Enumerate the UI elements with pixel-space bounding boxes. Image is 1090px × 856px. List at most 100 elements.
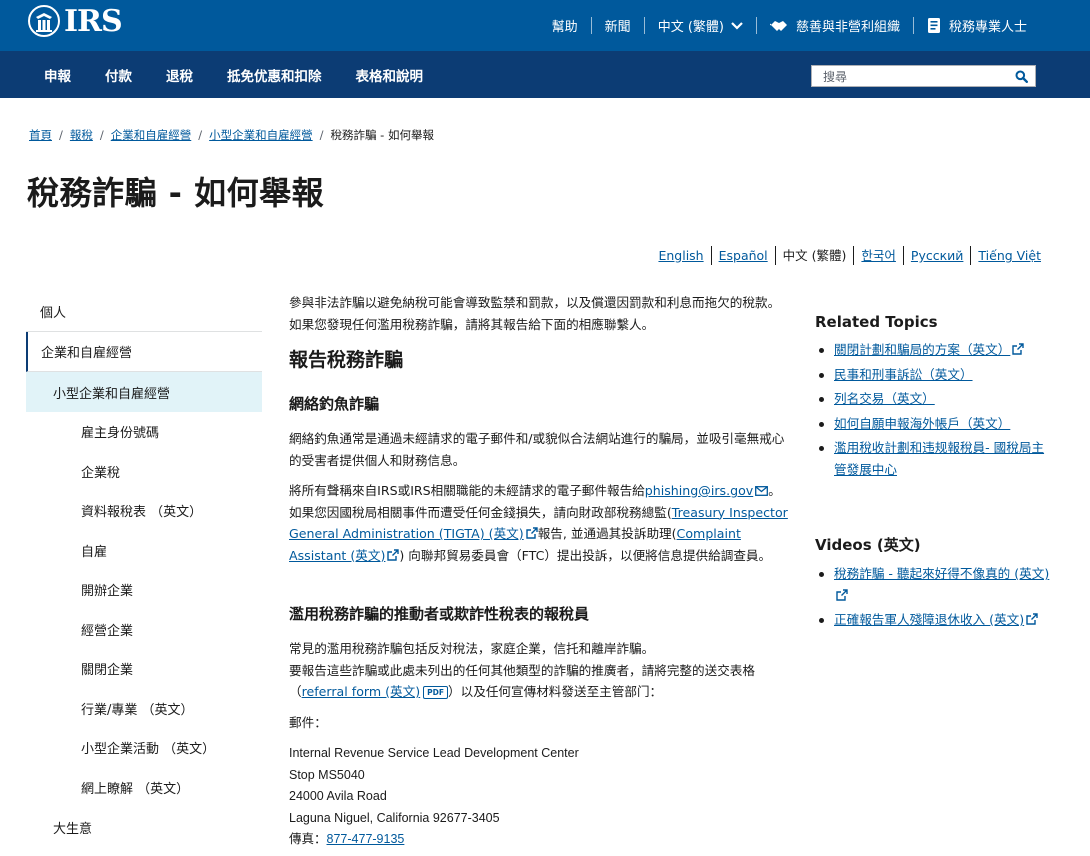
nav-credits-deductions[interactable]: 抵免优惠和扣除 [210, 65, 339, 85]
breadcrumb-separator: / [198, 128, 203, 142]
tax-pros-link[interactable]: 稅務專業人士 [912, 17, 1040, 35]
phishing-email-link[interactable]: phishing@irs.gov [644, 483, 769, 498]
subheading-phishing: 網絡釣魚詐騙 [289, 395, 380, 413]
logo-text: IRS [64, 3, 123, 39]
tax-pros-label: 稅務專業人士 [948, 20, 1027, 35]
lang-spanish[interactable]: Español [710, 246, 775, 265]
phishing-description: 網絡釣魚通常是通過未經請求的電子郵件和/或貌似合法網站進行的騙局，並吸引毫無戒心… [289, 431, 785, 468]
news-link[interactable]: 新聞 [590, 17, 644, 35]
irs-logo[interactable]: IRS [27, 3, 123, 39]
sidebar-item-starting-business[interactable]: 開辦企業 [26, 570, 262, 610]
lang-korean[interactable]: 한국어 [853, 246, 903, 265]
nav-file[interactable]: 申報 [27, 65, 88, 85]
subheading-promoters: 濫用稅務詐騙的推動者或欺詐性稅表的報稅員 [289, 605, 590, 623]
phishing-report-paragraph: 將所有聲稱來自IRS或IRS相關職能的未經請求的電子郵件報告給phishing@… [289, 480, 789, 566]
search-box [811, 65, 1036, 87]
nav-pay[interactable]: 付款 [88, 65, 149, 85]
text: 將所有聲稱來自IRS或IRS相關職能的未經請求的電子郵件報告給 [289, 483, 645, 498]
search-input[interactable] [812, 67, 1007, 87]
news-label: 新聞 [604, 20, 631, 35]
promoters-paragraph: 常見的濫用稅務詐騙包括反対稅法，家庭企業，信托和離岸詐騙。 要報告這些詐騙或此處… [289, 638, 789, 703]
related-topic-link[interactable]: 濫用稅收計劃和违规報稅員- 國稅局主管發展中心 [834, 440, 1044, 477]
lang-english[interactable]: English [651, 246, 710, 265]
breadcrumb-current: 稅務詐騙 - 如何舉報 [330, 128, 434, 142]
address-line: 24000 Avila Road [289, 789, 387, 803]
related-topic-item: 濫用稅收計劃和违规報稅員- 國稅局主管發展中心 [815, 437, 1055, 480]
related-topic-link[interactable]: 列名交易（英文） [834, 391, 935, 406]
sidebar-item-online-learning[interactable]: 網上瞭解 （英文） [26, 768, 262, 808]
irs-eagle-logo-icon [28, 5, 60, 37]
video-item: 稅務詐騙 - 聽起來好得不像真的 (英文) [815, 563, 1055, 606]
sidebar-item-information-returns[interactable]: 資料報稅表 （英文） [26, 491, 262, 531]
help-link[interactable]: 幫助 [539, 17, 591, 35]
referral-form-link[interactable]: referral form (英文) [302, 684, 421, 699]
related-topic-link[interactable]: 民事和刑事訴訟（英文） [834, 367, 973, 382]
lang-vietnamese[interactable]: Tiếng Việt [970, 246, 1048, 265]
document-icon [927, 18, 940, 33]
page-title: 稅務詐騙 - 如何舉報 [27, 174, 325, 212]
lang-chinese-traditional: 中文 (繁體) [774, 246, 854, 265]
related-topic-item: 民事和刑事訴訟（英文） [815, 364, 1055, 386]
breadcrumb-file[interactable]: 報稅 [70, 127, 93, 143]
sidebar-item-ein[interactable]: 雇主身份號碼 [26, 412, 262, 452]
external-link-icon [387, 548, 400, 561]
language-dropdown[interactable]: 中文 (繁體) [643, 17, 756, 35]
address-line: Laguna Niguel, California 92677-3405 [289, 810, 500, 825]
lang-russian[interactable]: Русский [902, 246, 970, 265]
utility-nav: 幫助 新聞 中文 (繁體) 慈善與非營利組織 稅務專業人士 [539, 0, 1040, 51]
sidebar-item-closing-business[interactable]: 關閉企業 [26, 649, 262, 689]
breadcrumb: 首頁 / 報稅 / 企業和自雇經營 / 小型企業和自雇經營 / 稅務詐騙 - 如何舉報 [29, 127, 434, 143]
nav-forms-instructions[interactable]: 表格和說明 [339, 65, 441, 85]
language-label: 中文 (繁體) [657, 20, 724, 35]
fax-label: 傳真： [289, 832, 327, 846]
top-header: IRS 幫助 新聞 中文 (繁體) 慈善與非營利組織 稅務專業人士 [0, 0, 1090, 51]
pdf-badge: PDF [423, 686, 449, 699]
sidebar-item-large-business[interactable]: 大生意 [26, 807, 262, 847]
external-link-icon [1012, 343, 1025, 355]
text: ) 向聯邦貿易委員會（FTC）提出投訴，以便將信息提供給調查員。 [399, 547, 772, 563]
sidebar-item-small-business-events[interactable]: 小型企業活動 （英文） [26, 728, 262, 768]
text: 常見的濫用稅務詐騙包括反対稅法，家庭企業，信托和離岸詐騙。 [289, 641, 655, 656]
external-link-icon [836, 588, 848, 601]
sidebar-item-industries[interactable]: 行業/專業 （英文） [26, 689, 262, 729]
video-link[interactable]: 稅務詐騙 - 聽起來好得不像真的 (英文) [834, 566, 1049, 581]
breadcrumb-business[interactable]: 企業和自雇經營 [111, 127, 192, 143]
video-item: 正確報告軍人殘障退休收入 (英文) [815, 609, 1055, 631]
breadcrumb-home[interactable]: 首頁 [29, 127, 52, 143]
related-topic-link[interactable]: 如何自願申報海外帳戶（英文） [834, 416, 1010, 431]
sidebar-item-individuals[interactable]: 個人 [26, 292, 262, 332]
address-line: Internal Revenue Service Lead Developmen… [289, 746, 579, 760]
text: 報告, 並通過其投訴助理( [537, 526, 677, 541]
related-topic-link[interactable]: 關閉計劃和騙局的方案（英文） [834, 342, 1010, 357]
videos-title: Videos (英文) [815, 536, 921, 554]
external-link-icon [1026, 613, 1038, 625]
breadcrumb-separator: / [319, 128, 324, 142]
phishing-email-text: phishing@irs.gov [644, 483, 754, 498]
address-line: Stop MS5040 [289, 767, 365, 782]
sidebar-item-business-taxes[interactable]: 企業稅 [26, 452, 262, 492]
nav-refunds[interactable]: 退稅 [149, 65, 210, 85]
email-icon [755, 486, 769, 496]
sidebar-nav: 個人 企業和自雇經營 小型企業和自雇經營 雇主身份號碼 企業稅 資料報稅表 （英… [26, 292, 262, 847]
videos-section: Videos (英文) 稅務詐騙 - 聽起來好得不像真的 (英文) 正確報告軍人… [815, 534, 1055, 634]
language-switcher: English Español 中文 (繁體) 한국어 Русский Tiến… [651, 246, 1048, 265]
related-topic-item: 關閉計劃和騙局的方案（英文） [815, 339, 1055, 361]
external-link-icon [525, 527, 538, 539]
video-link[interactable]: 正確報告軍人殘障退休收入 (英文) [834, 612, 1024, 627]
fax-line: 傳真：877-477-9135 [289, 829, 579, 851]
related-topics: Related Topics 關閉計劃和騙局的方案（英文） 民事和刑事訴訟（英文… [815, 313, 1055, 483]
sidebar-item-operating-business[interactable]: 經營企業 [26, 610, 262, 650]
breadcrumb-separator: / [99, 128, 104, 142]
sidebar-item-business[interactable]: 企業和自雇經營 [26, 332, 262, 372]
charities-label: 慈善與非營利組織 [795, 20, 900, 35]
related-topic-item: 列名交易（英文） [815, 388, 1055, 410]
related-topics-title: Related Topics [815, 313, 938, 331]
search-icon[interactable] [1015, 70, 1028, 83]
sidebar-item-small-business[interactable]: 小型企業和自雇經營 [26, 372, 262, 412]
text: ）以及任何宣傳材料發送至主管部门： [448, 684, 663, 699]
charities-link[interactable]: 慈善與非營利組織 [755, 17, 913, 35]
mail-label: 郵件： [289, 715, 327, 730]
breadcrumb-small-business[interactable]: 小型企業和自雇經營 [209, 127, 313, 143]
sidebar-item-self-employed[interactable]: 自雇 [26, 531, 262, 571]
fax-number-link[interactable]: 877-477-9135 [327, 832, 405, 846]
